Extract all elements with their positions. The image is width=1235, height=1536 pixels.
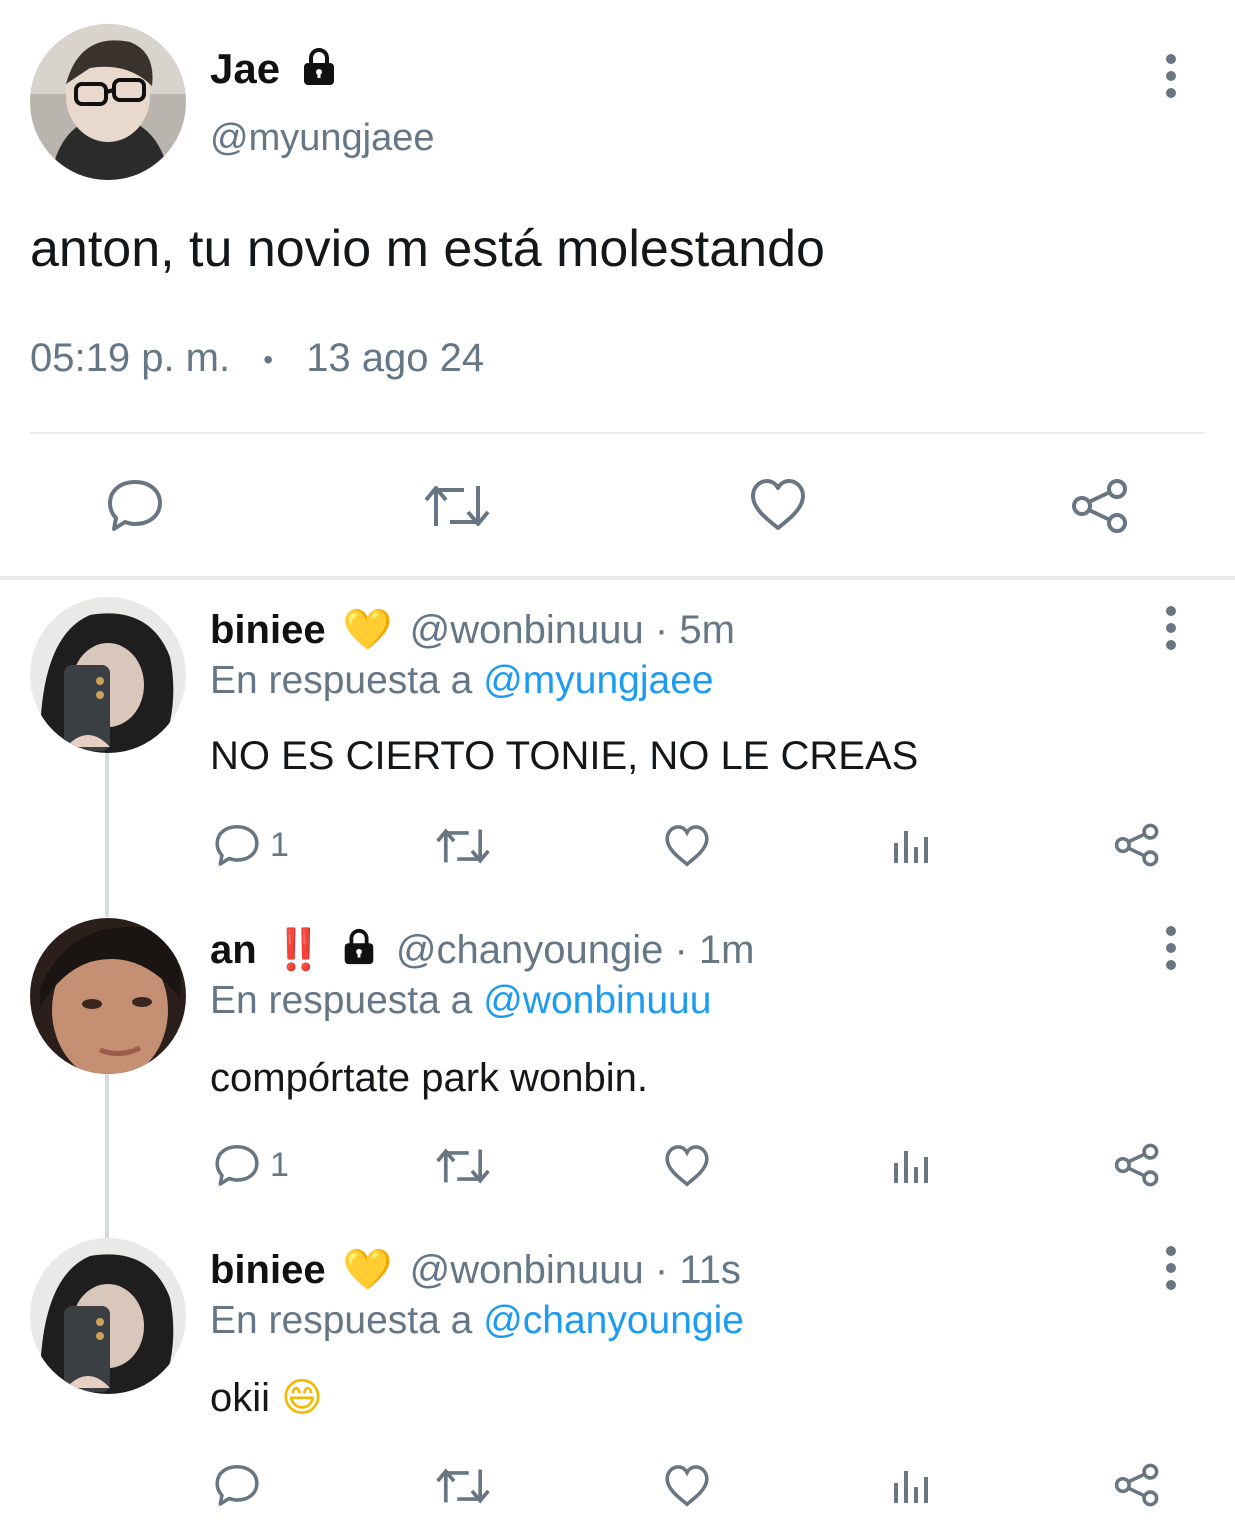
divider	[30, 432, 1205, 434]
like-icon	[664, 1144, 710, 1188]
reply-to-link[interactable]: @chanyoungie	[483, 1299, 744, 1342]
share-button[interactable]	[1114, 823, 1160, 867]
reply-context: En respuesta a @myungjaee	[210, 656, 714, 706]
reply-icon	[214, 1462, 260, 1508]
analytics-icon	[892, 1145, 932, 1185]
handle[interactable]: @myungjaee	[210, 114, 434, 162]
reply-tweet[interactable]: an ‼️ @chanyoungie · 1m En respuesta a @…	[0, 900, 1235, 1220]
avatar[interactable]	[30, 24, 186, 180]
reply-prefix: En respuesta a	[210, 659, 473, 702]
reply-count: 1	[270, 1145, 289, 1184]
display-name[interactable]: biniee	[210, 1248, 326, 1292]
avatar[interactable]	[30, 918, 186, 1074]
analytics-icon	[892, 825, 932, 865]
like-icon	[664, 824, 710, 868]
handle[interactable]: @wonbinuuu	[410, 1248, 644, 1292]
reply-icon	[214, 822, 260, 868]
display-name[interactable]: an	[210, 928, 257, 972]
retweet-button[interactable]	[424, 478, 490, 534]
views-button[interactable]	[892, 825, 932, 865]
share-button[interactable]	[1114, 1143, 1160, 1187]
reply-prefix: En respuesta a	[210, 979, 473, 1022]
timestamp: · 11s	[654, 1248, 741, 1292]
main-tweet: Jae @myungjaee anton, tu novio m está mo…	[0, 0, 1235, 580]
reply-header: an ‼️ @chanyoungie · 1m	[210, 924, 754, 976]
handle[interactable]: @wonbinuuu	[410, 608, 644, 652]
display-name[interactable]: Jae	[210, 42, 280, 96]
share-icon	[1071, 478, 1129, 534]
retweet-button[interactable]	[436, 1463, 490, 1509]
reply-button[interactable]	[106, 476, 164, 534]
retweet-icon	[436, 1463, 490, 1509]
reply-emoji: 😄	[281, 1376, 323, 1420]
share-icon	[1114, 823, 1160, 867]
share-button[interactable]	[1071, 478, 1129, 534]
like-button[interactable]	[664, 1464, 710, 1508]
like-icon	[664, 1464, 710, 1508]
retweet-button[interactable]	[436, 823, 490, 869]
reply-count: 1	[270, 825, 289, 864]
handle[interactable]: @chanyoungie	[396, 928, 663, 972]
name-emoji: ‼️	[273, 928, 324, 972]
reply-text: compórtate park wonbin.	[210, 1056, 649, 1100]
views-button[interactable]	[892, 1145, 932, 1185]
reply-button[interactable]: 1	[214, 1142, 289, 1188]
reply-prefix: En respuesta a	[210, 1299, 473, 1342]
tweet-text: anton, tu novio m está molestando	[30, 220, 825, 278]
retweet-icon	[424, 478, 490, 534]
reply-text-row: okii 😄	[210, 1372, 323, 1424]
avatar[interactable]	[30, 1238, 186, 1394]
tweet-date: 13 ago 24	[306, 336, 485, 380]
like-button[interactable]	[749, 478, 807, 532]
analytics-icon	[892, 1465, 932, 1505]
like-button[interactable]	[664, 1144, 710, 1188]
display-name[interactable]: biniee	[210, 608, 326, 652]
timestamp: · 1m	[674, 928, 755, 972]
reply-context: En respuesta a @wonbinuuu	[210, 976, 711, 1026]
reply-icon	[214, 1142, 260, 1188]
name-emoji: 💛	[342, 1248, 393, 1292]
meta-separator: •	[263, 344, 274, 376]
reply-text: okii	[210, 1376, 271, 1420]
more-icon[interactable]	[1159, 924, 1183, 974]
reply-tweet[interactable]: biniee 💛 @wonbinuuu · 11s En respuesta a…	[0, 1220, 1235, 1536]
reply-header: biniee 💛 @wonbinuuu · 11s	[210, 1244, 741, 1296]
reply-to-link[interactable]: @wonbinuuu	[483, 979, 711, 1022]
tweet-time: 05:19 p. m.	[30, 336, 231, 380]
share-icon	[1114, 1143, 1160, 1187]
timestamp: · 5m	[654, 608, 735, 652]
more-icon[interactable]	[1159, 1244, 1183, 1294]
reply-button[interactable]: 1	[214, 822, 289, 868]
reply-icon	[106, 476, 164, 534]
tweet-meta: 05:19 p. m. • 13 ago 24	[30, 332, 484, 386]
more-icon[interactable]	[1159, 52, 1183, 102]
retweet-icon	[436, 1143, 490, 1189]
views-button[interactable]	[892, 1465, 932, 1505]
reply-button[interactable]	[214, 1462, 270, 1508]
avatar[interactable]	[30, 597, 186, 753]
retweet-icon	[436, 823, 490, 869]
reply-tweet[interactable]: biniee 💛 @wonbinuuu · 5m En respuesta a …	[0, 580, 1235, 900]
reply-context: En respuesta a @chanyoungie	[210, 1296, 744, 1346]
share-button[interactable]	[1114, 1463, 1160, 1507]
reply-header: biniee 💛 @wonbinuuu · 5m	[210, 604, 735, 656]
like-button[interactable]	[664, 824, 710, 868]
reply-to-link[interactable]: @myungjaee	[483, 659, 713, 702]
name-emoji: 💛	[342, 608, 393, 652]
share-icon	[1114, 1463, 1160, 1507]
like-icon	[749, 478, 807, 532]
retweet-button[interactable]	[436, 1143, 490, 1189]
lock-icon	[298, 46, 340, 88]
more-icon[interactable]	[1159, 604, 1183, 654]
lock-icon	[339, 927, 379, 967]
reply-text: NO ES CIERTO TONIE, NO LE CREAS	[210, 734, 919, 778]
